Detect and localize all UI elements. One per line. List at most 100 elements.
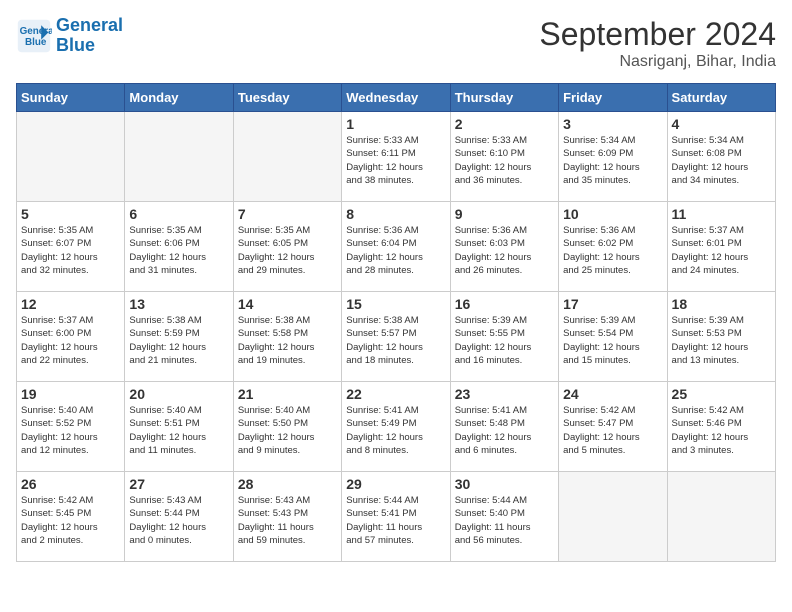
day-number: 23 xyxy=(455,386,554,402)
day-cell-12: 12Sunrise: 5:37 AM Sunset: 6:00 PM Dayli… xyxy=(17,292,125,382)
calendar-week-2: 5 Sunrise: 5:35 AM Sunset: 6:07 PM Daylig… xyxy=(17,202,776,292)
logo: General Blue GeneralBlue xyxy=(16,16,123,56)
day-info: Sunrise: 5:43 AM Sunset: 5:43 PM Dayligh… xyxy=(238,494,337,547)
day-info: Sunrise: 5:42 AM Sunset: 5:47 PM Dayligh… xyxy=(563,404,662,457)
day-cell-1: 1 Sunrise: 5:33 AM Sunset: 6:11 PM Daylig… xyxy=(342,112,450,202)
day-number: 27 xyxy=(129,476,228,492)
day-info: Sunrise: 5:43 AM Sunset: 5:44 PM Dayligh… xyxy=(129,494,228,547)
location: Nasriganj, Bihar, India xyxy=(539,53,776,71)
day-cell-30: 30 Sunrise: 5:44 AM Sunset: 5:40 PM Dayli… xyxy=(450,472,558,562)
day-info: Sunrise: 5:34 AM Sunset: 6:08 PM Dayligh… xyxy=(672,134,771,187)
day-info: Sunrise: 5:39 AM Sunset: 5:53 PM Dayligh… xyxy=(672,314,771,367)
day-info: Sunrise: 5:42 AM Sunset: 5:46 PM Dayligh… xyxy=(672,404,771,457)
day-number: 7 xyxy=(238,206,337,222)
day-cell-2: 2 Sunrise: 5:33 AM Sunset: 6:10 PM Daylig… xyxy=(450,112,558,202)
page-header: General Blue GeneralBlue September 2024 … xyxy=(16,16,776,71)
day-cell-13: 13 Sunrise: 5:38 AM Sunset: 5:59 PM Dayli… xyxy=(125,292,233,382)
day-number: 30 xyxy=(455,476,554,492)
day-cell-23: 23 Sunrise: 5:41 AM Sunset: 5:48 PM Dayli… xyxy=(450,382,558,472)
day-number: 16 xyxy=(455,296,554,312)
day-info: Sunrise: 5:40 AM Sunset: 5:51 PM Dayligh… xyxy=(129,404,228,457)
empty-cell xyxy=(125,112,233,202)
day-cell-11: 11 Sunrise: 5:37 AM Sunset: 6:01 PM Dayli… xyxy=(667,202,775,292)
day-info: Sunrise: 5:39 AM Sunset: 5:55 PM Dayligh… xyxy=(455,314,554,367)
day-number: 15 xyxy=(346,296,445,312)
day-cell-27: 27 Sunrise: 5:43 AM Sunset: 5:44 PM Dayli… xyxy=(125,472,233,562)
day-cell-26: 26 Sunrise: 5:42 AM Sunset: 5:45 PM Dayli… xyxy=(17,472,125,562)
empty-cell xyxy=(17,112,125,202)
day-cell-14: 14Sunrise: 5:38 AM Sunset: 5:58 PM Dayli… xyxy=(233,292,341,382)
day-number: 28 xyxy=(238,476,337,492)
day-info: Sunrise: 5:44 AM Sunset: 5:41 PM Dayligh… xyxy=(346,494,445,547)
day-number: 1 xyxy=(346,116,445,132)
day-number: 10 xyxy=(563,206,662,222)
day-cell-6: 6Sunrise: 5:35 AM Sunset: 6:06 PM Daylig… xyxy=(125,202,233,292)
day-info: Sunrise: 5:41 AM Sunset: 5:48 PM Dayligh… xyxy=(455,404,554,457)
day-info: Sunrise: 5:37 AM Sunset: 6:01 PM Dayligh… xyxy=(672,224,771,277)
calendar-week-1: 1 Sunrise: 5:33 AM Sunset: 6:11 PM Daylig… xyxy=(17,112,776,202)
day-cell-24: 24 Sunrise: 5:42 AM Sunset: 5:47 PM Dayli… xyxy=(559,382,667,472)
day-info: Sunrise: 5:35 AM Sunset: 6:07 PM Dayligh… xyxy=(21,224,120,277)
day-number: 9 xyxy=(455,206,554,222)
day-number: 5 xyxy=(21,206,120,222)
day-info: Sunrise: 5:42 AM Sunset: 5:45 PM Dayligh… xyxy=(21,494,120,547)
weekday-header-sunday: Sunday xyxy=(17,84,125,112)
day-number: 19 xyxy=(21,386,120,402)
empty-cell xyxy=(559,472,667,562)
day-cell-16: 16 Sunrise: 5:39 AM Sunset: 5:55 PM Dayli… xyxy=(450,292,558,382)
day-cell-20: 20 Sunrise: 5:40 AM Sunset: 5:51 PM Dayli… xyxy=(125,382,233,472)
day-number: 29 xyxy=(346,476,445,492)
calendar-week-3: 12Sunrise: 5:37 AM Sunset: 6:00 PM Dayli… xyxy=(17,292,776,382)
day-cell-8: 8Sunrise: 5:36 AM Sunset: 6:04 PM Daylig… xyxy=(342,202,450,292)
day-number: 4 xyxy=(672,116,771,132)
day-number: 25 xyxy=(672,386,771,402)
day-cell-4: 4 Sunrise: 5:34 AM Sunset: 6:08 PM Daylig… xyxy=(667,112,775,202)
month-title: September 2024 xyxy=(539,16,776,53)
calendar-week-4: 19Sunrise: 5:40 AM Sunset: 5:52 PM Dayli… xyxy=(17,382,776,472)
day-info: Sunrise: 5:35 AM Sunset: 6:05 PM Dayligh… xyxy=(238,224,337,277)
empty-cell xyxy=(667,472,775,562)
day-cell-28: 28 Sunrise: 5:43 AM Sunset: 5:43 PM Dayli… xyxy=(233,472,341,562)
day-cell-22: 22 Sunrise: 5:41 AM Sunset: 5:49 PM Dayli… xyxy=(342,382,450,472)
day-cell-7: 7 Sunrise: 5:35 AM Sunset: 6:05 PM Daylig… xyxy=(233,202,341,292)
day-number: 6 xyxy=(129,206,228,222)
day-number: 18 xyxy=(672,296,771,312)
svg-text:Blue: Blue xyxy=(25,37,47,48)
day-cell-5: 5 Sunrise: 5:35 AM Sunset: 6:07 PM Daylig… xyxy=(17,202,125,292)
day-number: 8 xyxy=(346,206,445,222)
day-info: Sunrise: 5:34 AM Sunset: 6:09 PM Dayligh… xyxy=(563,134,662,187)
day-number: 3 xyxy=(563,116,662,132)
day-number: 22 xyxy=(346,386,445,402)
day-info: Sunrise: 5:33 AM Sunset: 6:11 PM Dayligh… xyxy=(346,134,445,187)
day-number: 17 xyxy=(563,296,662,312)
day-info: Sunrise: 5:44 AM Sunset: 5:40 PM Dayligh… xyxy=(455,494,554,547)
day-info: Sunrise: 5:38 AM Sunset: 5:57 PM Dayligh… xyxy=(346,314,445,367)
day-number: 14 xyxy=(238,296,337,312)
day-info: Sunrise: 5:41 AM Sunset: 5:49 PM Dayligh… xyxy=(346,404,445,457)
day-number: 20 xyxy=(129,386,228,402)
calendar-week-5: 26 Sunrise: 5:42 AM Sunset: 5:45 PM Dayli… xyxy=(17,472,776,562)
day-cell-25: 25 Sunrise: 5:42 AM Sunset: 5:46 PM Dayli… xyxy=(667,382,775,472)
day-cell-29: 29 Sunrise: 5:44 AM Sunset: 5:41 PM Dayli… xyxy=(342,472,450,562)
day-number: 13 xyxy=(129,296,228,312)
day-info: Sunrise: 5:38 AM Sunset: 5:59 PM Dayligh… xyxy=(129,314,228,367)
day-number: 2 xyxy=(455,116,554,132)
day-cell-17: 17 Sunrise: 5:39 AM Sunset: 5:54 PM Dayli… xyxy=(559,292,667,382)
weekday-header-saturday: Saturday xyxy=(667,84,775,112)
calendar-table: SundayMondayTuesdayWednesdayThursdayFrid… xyxy=(16,83,776,562)
day-number: 11 xyxy=(672,206,771,222)
day-cell-19: 19Sunrise: 5:40 AM Sunset: 5:52 PM Dayli… xyxy=(17,382,125,472)
day-info: Sunrise: 5:36 AM Sunset: 6:02 PM Dayligh… xyxy=(563,224,662,277)
logo-text: GeneralBlue xyxy=(56,16,123,56)
day-info: Sunrise: 5:39 AM Sunset: 5:54 PM Dayligh… xyxy=(563,314,662,367)
weekday-header-wednesday: Wednesday xyxy=(342,84,450,112)
logo-icon: General Blue xyxy=(16,18,52,54)
day-cell-3: 3 Sunrise: 5:34 AM Sunset: 6:09 PM Daylig… xyxy=(559,112,667,202)
day-number: 24 xyxy=(563,386,662,402)
day-info: Sunrise: 5:36 AM Sunset: 6:03 PM Dayligh… xyxy=(455,224,554,277)
day-number: 26 xyxy=(21,476,120,492)
day-info: Sunrise: 5:33 AM Sunset: 6:10 PM Dayligh… xyxy=(455,134,554,187)
day-cell-10: 10 Sunrise: 5:36 AM Sunset: 6:02 PM Dayli… xyxy=(559,202,667,292)
day-cell-21: 21Sunrise: 5:40 AM Sunset: 5:50 PM Dayli… xyxy=(233,382,341,472)
title-block: September 2024 Nasriganj, Bihar, India xyxy=(539,16,776,71)
